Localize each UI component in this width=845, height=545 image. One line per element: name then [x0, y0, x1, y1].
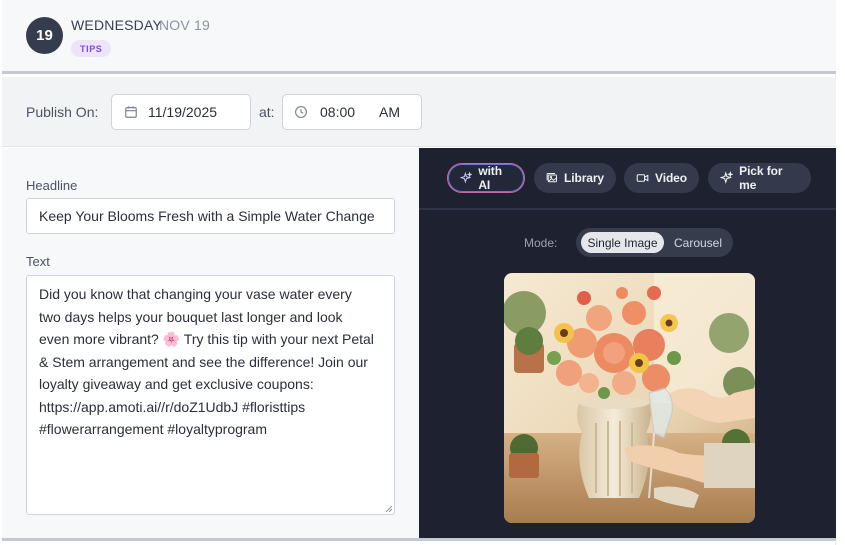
generate-with-ai-button[interactable]: with AI [447, 163, 525, 193]
day-name: WEDNESDAY [71, 17, 162, 33]
publish-ampm-value: AM [379, 104, 401, 120]
post-text-area[interactable]: Did you know that changing your vase wat… [26, 275, 395, 515]
library-button[interactable]: Library [534, 163, 616, 193]
bottom-divider [2, 538, 836, 541]
media-panel: with AI Library Video Pick for me Mode: … [419, 148, 836, 540]
publish-time-input[interactable]: 08:00 AM [282, 94, 422, 130]
mode-toggle: Single Image Carousel [576, 228, 733, 257]
publish-on-label: Publish On: [26, 104, 99, 120]
category-tag: TIPS [71, 40, 112, 57]
video-button[interactable]: Video [624, 163, 699, 193]
video-icon [636, 174, 649, 182]
day-number-badge: 19 [26, 17, 63, 54]
post-image[interactable] [504, 273, 755, 523]
mode-single-image-option[interactable]: Single Image [581, 232, 664, 253]
sparkle-icon [720, 171, 734, 184]
headline-label: Headline [26, 178, 78, 193]
calendar-icon [125, 106, 137, 118]
video-label: Video [655, 171, 687, 185]
mode-label: Mode: [524, 236, 558, 250]
publish-date-input[interactable]: 11/19/2025 [111, 94, 251, 130]
resize-handle-icon[interactable] [385, 505, 393, 513]
post-content-panel: Headline Keep Your Blooms Fresh with a S… [2, 148, 419, 540]
text-label: Text [26, 254, 50, 269]
at-label: at: [259, 104, 275, 120]
clock-icon [295, 106, 307, 118]
library-label: Library [564, 171, 604, 185]
publish-time-value: 08:00 [320, 104, 356, 120]
publish-bar: Publish On: 11/19/2025 at: 08:00 AM [2, 77, 836, 147]
with-ai-label: with AI [478, 164, 502, 192]
pick-for-me-label: Pick for me [739, 164, 783, 192]
mode-carousel-option[interactable]: Carousel [668, 232, 728, 253]
image-icon [546, 173, 558, 183]
post-card: 19 WEDNESDAY NOV 19 TIPS Publish On: 11/… [2, 0, 836, 545]
headline-input[interactable]: Keep Your Blooms Fresh with a Simple Wat… [26, 198, 395, 234]
day-date: NOV 19 [159, 17, 210, 33]
media-toolbar: with AI Library Video Pick for me [419, 148, 836, 210]
pick-for-me-button[interactable]: Pick for me [708, 163, 811, 193]
flower-vase-illustration [504, 273, 755, 523]
post-header: 19 WEDNESDAY NOV 19 TIPS [2, 0, 836, 74]
sparkle-icon [460, 171, 473, 184]
publish-date-value: 11/19/2025 [148, 104, 218, 120]
